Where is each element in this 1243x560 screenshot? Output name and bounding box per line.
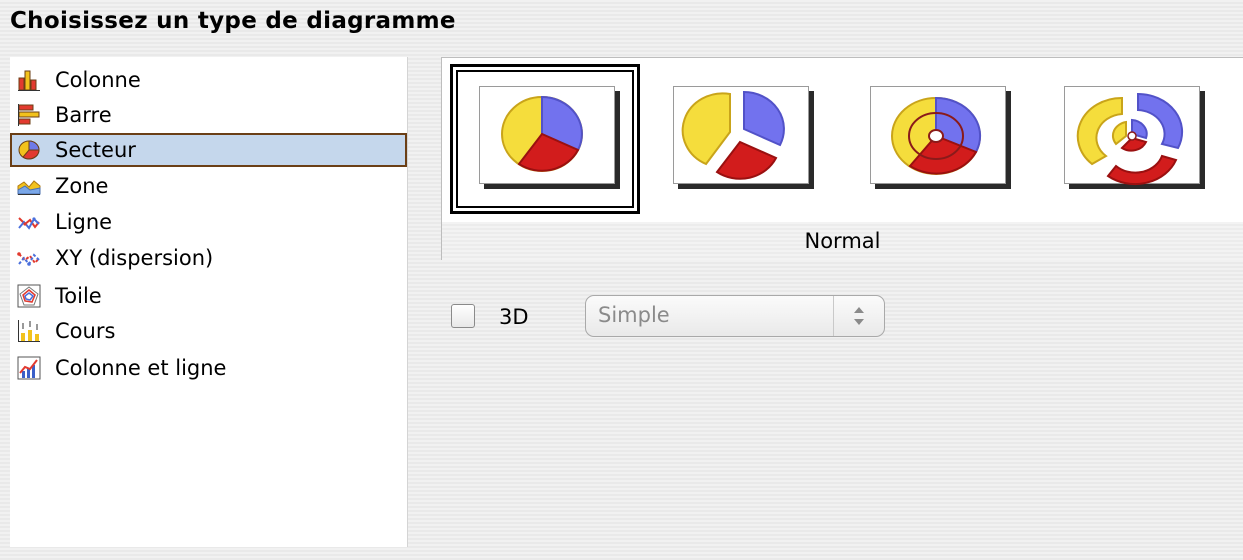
dialog-title: Choisissez un type de diagramme xyxy=(10,8,456,34)
updown-arrows-icon xyxy=(833,296,884,336)
variant-donut-exploded[interactable] xyxy=(1064,86,1202,190)
chart-type-item-colonne-et-ligne[interactable]: Colonne et ligne xyxy=(10,351,407,385)
bar-chart-icon xyxy=(18,104,40,126)
chart-type-item-ligne[interactable]: Ligne xyxy=(10,205,407,239)
chart-type-label: Colonne xyxy=(55,68,141,92)
chart-type-label: Cours xyxy=(55,319,116,343)
pie-normal-icon xyxy=(501,95,583,172)
chart-type-item-secteur[interactable]: Secteur xyxy=(10,133,407,167)
chart-type-label: XY (dispersion) xyxy=(55,246,214,270)
pie-chart-icon xyxy=(18,140,40,160)
shape-select[interactable]: Simple xyxy=(585,295,885,337)
chart-type-label: Ligne xyxy=(55,210,113,234)
3d-checkbox-label[interactable]: 3D xyxy=(499,305,529,329)
line-chart-icon xyxy=(18,217,40,230)
chart-type-label: Colonne et ligne xyxy=(55,356,227,380)
chart-type-item-colonne[interactable]: Colonne xyxy=(10,63,407,97)
chart-type-label: Zone xyxy=(55,174,109,198)
chart-type-item-cours[interactable]: Cours xyxy=(10,314,407,348)
chart-type-item-toile[interactable]: Toile xyxy=(10,279,407,313)
donut-icon xyxy=(891,96,982,175)
pie-exploded-icon xyxy=(681,90,785,180)
chart-type-item-xy-dispersion[interactable]: XY (dispersion) xyxy=(10,241,407,275)
chart-variant-panel: Normal xyxy=(441,57,1243,260)
net-chart-icon xyxy=(17,284,41,308)
column-chart-icon xyxy=(18,70,40,91)
options-row: 3D Simple xyxy=(448,295,908,341)
xy-scatter-chart-icon xyxy=(17,252,40,266)
chart-type-item-zone[interactable]: Zone xyxy=(10,169,407,203)
chart-type-list[interactable]: Colonne Barre Secteur Zone Ligne XY (dis… xyxy=(10,57,408,547)
chart-type-label: Barre xyxy=(55,103,112,127)
variant-donut[interactable] xyxy=(870,86,1008,190)
area-chart-icon xyxy=(17,180,41,195)
variant-pie-exploded[interactable] xyxy=(673,86,811,190)
shape-select-value: Simple xyxy=(598,303,670,327)
column-and-line-chart-icon xyxy=(17,356,41,380)
donut-exploded-icon xyxy=(1076,92,1184,186)
chart-type-label: Secteur xyxy=(55,138,136,162)
stock-chart-icon xyxy=(18,320,40,342)
chart-type-item-barre[interactable]: Barre xyxy=(10,98,407,132)
variant-pie-normal[interactable] xyxy=(479,86,617,190)
variant-name-label: Normal xyxy=(804,229,881,253)
chart-type-label: Toile xyxy=(55,284,102,308)
3d-checkbox[interactable] xyxy=(451,304,475,328)
